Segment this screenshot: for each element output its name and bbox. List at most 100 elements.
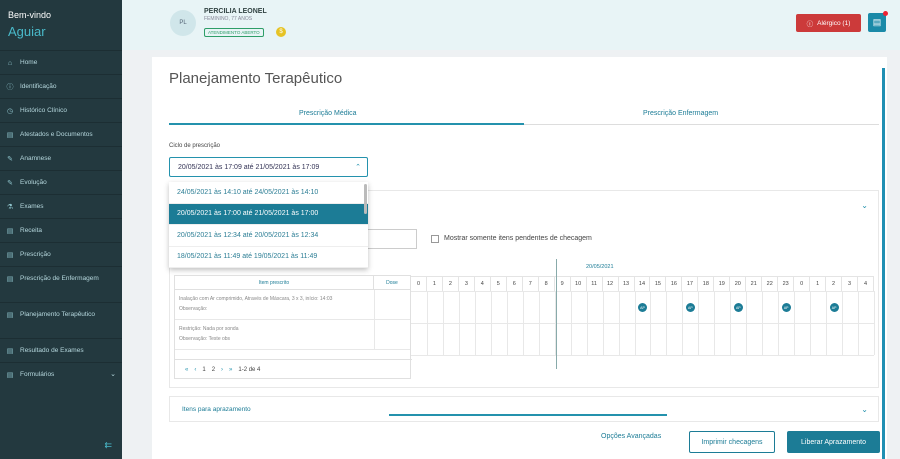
hour-header: 2 [826,277,843,291]
patient-header: PL PERCILIA LEONEL FEMININO, 77 ANOS ATE… [122,0,900,50]
hour-header: 15 [650,277,667,291]
hour-header: 1 [810,277,827,291]
release-scheduling-button[interactable]: Liberar Aprazamento [787,431,880,453]
row-gridline [411,323,874,324]
sidebar-item-label: Anamnese [20,155,52,162]
allergy-button[interactable]: ⓘ Alérgico (1) [796,14,861,32]
document-button[interactable]: ▤ [868,11,888,32]
last-page-icon[interactable]: » [229,367,232,373]
table-row[interactable]: Restrição: Nada por sonda Observação: Te… [175,320,410,350]
info-icon: ⓘ [806,21,814,28]
sidebar-item-label: Exames [20,203,44,210]
cycle-option[interactable]: 24/05/2021 às 14:10 até 24/05/2021 às 14… [169,182,368,204]
sidebar-item-9[interactable]: ▤ Prescrição de Enfermagem [0,266,122,302]
ap-badge[interactable]: AP [638,303,647,312]
hour-header: 11 [587,277,603,291]
hour-header: 4 [475,277,491,291]
sidebar-item-5[interactable]: ✎ Evolução [0,170,122,194]
document-icon: ▤ [6,311,14,319]
items-panel-title: Itens para aprazamento [182,406,251,413]
hour-header: 10 [571,277,587,291]
prev-page-icon[interactable]: ‹ [194,367,196,373]
cycle-option-selected[interactable]: 20/05/2021 às 17:00 até 21/05/2021 às 17… [169,203,368,225]
col-item-header: Item prescrito [175,276,374,289]
pagination: « ‹ 1 2 › » 1-2 de 4 [175,359,412,380]
items-panel[interactable]: Itens para aprazamento ⌄ [169,396,879,422]
hour-header: 1 [427,277,443,291]
table-row[interactable]: Inalação com Ar comprimido, Através de M… [175,290,410,320]
sidebar-item-8[interactable]: ▤ Prescrição [0,242,122,266]
cycle-option[interactable]: 18/05/2021 às 11:49 até 19/05/2021 às 11… [169,247,368,268]
hour-gridline [874,291,875,355]
sidebar-item-label: Atestados e Documentos [20,131,93,138]
cycle-label: Ciclo de prescrição [169,143,221,149]
sidebar-item-0[interactable]: ⌂ Home [0,50,122,74]
search-input[interactable] [367,229,417,249]
sidebar-item-10[interactable]: ▤ Planejamento Terapêutico [0,302,122,338]
collapse-sidebar-icon[interactable]: ⇇ [104,440,112,451]
chevron-down-icon[interactable]: ⌄ [861,201,868,210]
ap-badge[interactable]: AP [685,303,695,312]
tab-prescricao-medica[interactable]: Prescrição Médica [299,110,357,117]
document-icon: ▤ [6,347,14,355]
grid-date: 20/05/2021 [586,264,614,270]
avatar: PL [170,10,196,36]
page-1[interactable]: 1 [202,367,205,373]
ap-badge[interactable]: AP [781,303,791,312]
sidebar-item-label: Evolução [20,179,47,186]
cycle-select[interactable]: 20/05/2021 às 17:09 até 21/05/2021 às 17… [169,157,368,177]
ap-badge[interactable]: AP [733,303,743,312]
sidebar-item-12[interactable]: ▤ Formulários ⌄ [0,362,122,386]
schedule-grid: 20/05/2021 Item prescrito Dose Inalação … [174,259,875,379]
patient-name: PERCILIA LEONEL [204,8,267,15]
document-icon: ▤ [6,131,14,139]
sidebar-item-label: Home [20,59,38,66]
hour-header: 9 [555,277,571,291]
status-badge: ATENDIMENTO ABERTO [204,28,264,37]
vertical-scrollbar[interactable] [882,68,885,459]
document-icon: ▤ [6,251,14,259]
sidebar-item-6[interactable]: ⚗ Exames [0,194,122,218]
hour-header: 0 [794,277,811,291]
first-page-icon[interactable]: « [185,367,188,373]
active-tab-indicator [169,123,524,125]
tabs: Prescrição Médica Prescrição Enfermagem [169,105,879,125]
cycle-dropdown: 24/05/2021 às 14:10 até 24/05/2021 às 14… [169,182,368,268]
cycle-option[interactable]: 20/05/2021 às 12:34 até 20/05/2021 às 12… [169,225,368,247]
sidebar-item-2[interactable]: ◷ Histórico Clínico [0,98,122,122]
hour-header: 2 [443,277,459,291]
sidebar-item-label: Identificação [20,83,57,90]
hour-header: 0 [411,277,427,291]
sidebar-item-7[interactable]: ▤ Receita [0,218,122,242]
next-page-icon[interactable]: › [221,367,223,373]
hour-header: 7 [523,277,539,291]
pencil-icon: ✎ [7,179,13,187]
hour-header: 19 [714,277,731,291]
sidebar-item-11[interactable]: ▤ Resultado de Exames [0,338,122,362]
exam-icon: ⚗ [6,203,14,211]
chevron-down-icon: ⌄ [110,371,116,378]
dropdown-scrollbar[interactable] [364,184,367,214]
advanced-options-button[interactable]: Opções Avançadas [601,433,661,440]
tab-prescricao-enfermagem[interactable]: Prescrição Enfermagem [643,110,718,117]
sidebar-item-3[interactable]: ▤ Atestados e Documentos [0,122,122,146]
sidebar-item-label: Prescrição de Enfermagem [20,275,99,282]
history-icon: ◷ [6,107,14,115]
page-2[interactable]: 2 [212,367,215,373]
pending-checkbox[interactable] [431,235,439,243]
allergy-label: Alérgico (1) [817,19,851,27]
document-icon: ▤ [872,17,882,27]
hour-header: 23 [778,277,795,291]
sidebar-item-1[interactable]: ⓘ Identificação [0,74,122,98]
hour-header: 6 [507,277,523,291]
notification-dot [883,11,888,16]
hour-header: 22 [762,277,779,291]
print-checks-button[interactable]: Imprimir checagens [689,431,775,453]
ap-badge[interactable]: AP [829,303,839,312]
items-table: Item prescrito Dose Inalação com Ar comp… [174,275,412,380]
document-icon: ▤ [6,227,14,235]
hour-header: 12 [603,277,619,291]
sidebar-item-label: Histórico Clínico [20,107,67,114]
chevron-down-icon[interactable]: ⌄ [861,405,868,414]
sidebar-item-4[interactable]: ✎ Anamnese [0,146,122,170]
